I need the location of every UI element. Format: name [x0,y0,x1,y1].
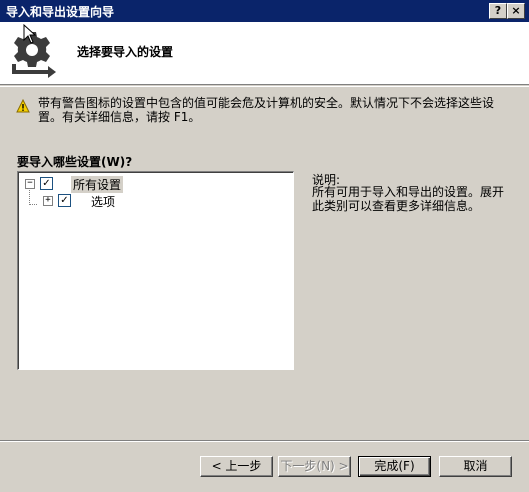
cancel-button[interactable]: 取消 [439,456,512,477]
finish-button[interactable]: 完成(F) [358,456,431,477]
title-bar[interactable]: 导入和导出设置向导 ? × [0,0,529,22]
back-button[interactable]: < 上一步 [200,456,273,477]
tree-item-all-settings[interactable]: − ✓ 所有设置 [19,176,289,193]
expand-icon[interactable]: + [43,196,53,206]
tree-item-options[interactable]: + ✓ 选项 [19,193,289,209]
window-title: 导入和导出设置向导 [6,5,115,19]
tree-item-label: 所有设置 [71,176,124,193]
wizard-window: 导入和导出设置向导 ? × 选择要导入的设置 带有警告图标的设置中包含的值可能会… [0,0,529,492]
settings-tree[interactable]: − ✓ 所有设置 + ✓ 选项 [17,171,294,370]
all-settings-checkbox[interactable]: ✓ [40,177,53,190]
footer-divider-highlight [0,441,529,442]
mouse-cursor-icon [23,24,37,44]
description-text: 所有可用于导入和导出的设置。展开此类别可以查看更多详细信息。 [312,185,505,213]
options-checkbox[interactable]: ✓ [58,194,71,207]
close-button[interactable]: × [507,3,525,19]
help-button[interactable]: ? [489,3,507,19]
collapse-icon[interactable]: − [25,179,35,189]
warning-message: 带有警告图标的设置中包含的值可能会危及计算机的安全。默认情况下不会选择这些设置。… [38,96,495,124]
header-divider [0,86,529,87]
settings-tree-label: 要导入哪些设置(W)? [17,155,133,169]
tree-item-label: 选项 [91,195,116,209]
page-title: 选择要导入的设置 [77,45,174,59]
wizard-header: 选择要导入的设置 [0,22,529,85]
warning-icon [16,99,30,113]
next-button[interactable]: 下一步(N) > [278,456,351,477]
